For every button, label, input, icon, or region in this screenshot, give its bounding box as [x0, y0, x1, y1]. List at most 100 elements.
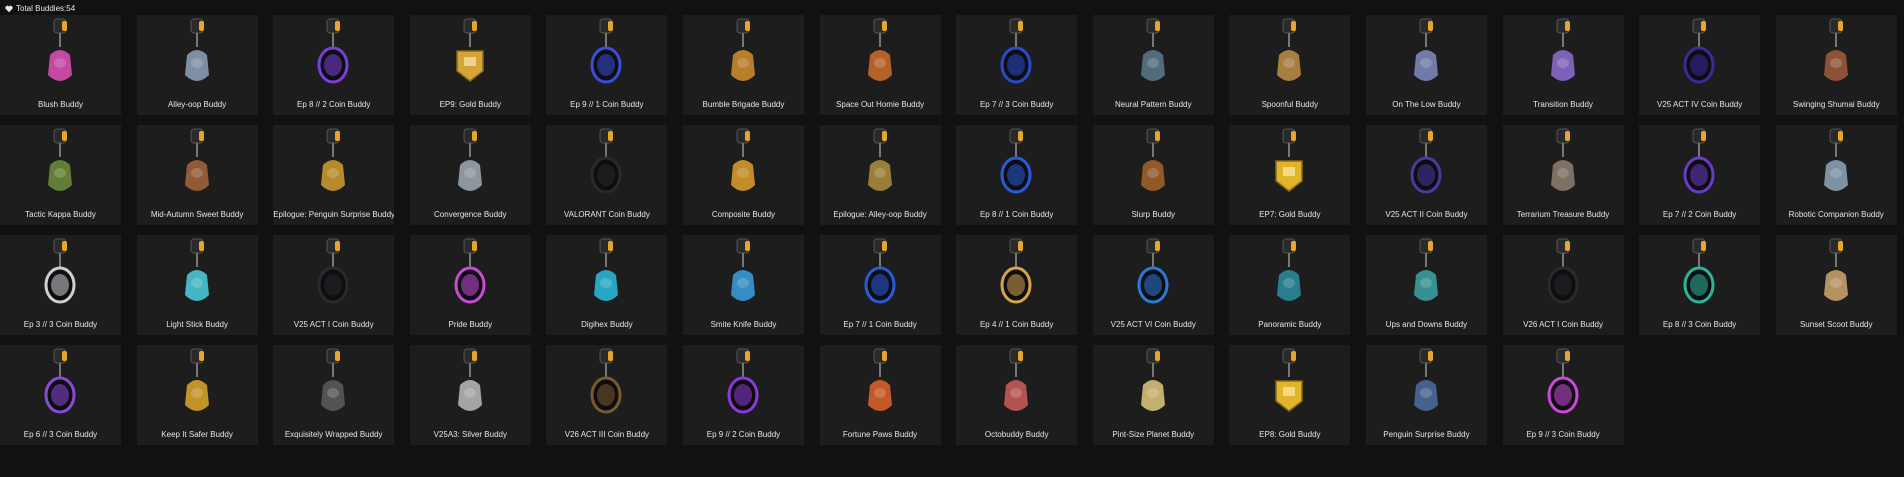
- buddy-card[interactable]: Ep 9 // 3 Coin Buddy: [1502, 345, 1624, 445]
- buddy-card[interactable]: Alley-oop Buddy: [136, 15, 258, 115]
- buddy-card[interactable]: V25 ACT VI Coin Buddy: [1092, 235, 1214, 335]
- buddy-name: Ep 6 // 3 Coin Buddy: [23, 430, 98, 439]
- buddy-name: On The Low Buddy: [1392, 100, 1461, 109]
- buddy-card[interactable]: Light Stick Buddy: [136, 235, 258, 335]
- digihex-charm-icon: [574, 237, 638, 315]
- buddy-card[interactable]: Terrarium Treasure Buddy: [1502, 125, 1624, 225]
- buddy-name: Blush Buddy: [38, 100, 83, 109]
- buddy-name: Ep 7 // 2 Coin Buddy: [1662, 210, 1737, 219]
- buddy-card[interactable]: Transition Buddy: [1502, 15, 1624, 115]
- buddy-name: Penguin Surprise Buddy: [1383, 430, 1470, 439]
- buddy-name: Epilogue: Alley-oop Buddy: [833, 210, 927, 219]
- buddy-name: Swinging Shumai Buddy: [1792, 100, 1880, 109]
- buddy-grid: Blush Buddy Alley-oop Buddy Ep 8 // 2 Co…: [0, 15, 1904, 445]
- buddy-card[interactable]: Ep 9 // 2 Coin Buddy: [682, 345, 804, 445]
- buddy-name: V25 ACT I Coin Buddy: [293, 320, 374, 329]
- buddy-card[interactable]: V25 ACT II Coin Buddy: [1365, 125, 1487, 225]
- buddy-name: Ep 9 // 2 Coin Buddy: [706, 430, 781, 439]
- buddy-card[interactable]: Ep 8 // 3 Coin Buddy: [1639, 235, 1761, 335]
- silver-diamond-charm-icon: [438, 347, 502, 425]
- buddy-card[interactable]: Ep 3 // 3 Coin Buddy: [0, 235, 121, 335]
- coin-charm-icon: [1531, 347, 1595, 425]
- valorant-coin-charm-icon: [574, 127, 638, 205]
- padlock-charm-icon: [165, 347, 229, 425]
- buddy-card[interactable]: Ep 7 // 2 Coin Buddy: [1639, 125, 1761, 225]
- buddy-card[interactable]: Exquisitely Wrapped Buddy: [273, 345, 395, 445]
- buddy-card[interactable]: Ups and Downs Buddy: [1365, 235, 1487, 335]
- buddy-name: VALORANT Coin Buddy: [563, 210, 650, 219]
- buddy-card[interactable]: Epilogue: Penguin Surprise Buddy: [273, 125, 395, 225]
- buddy-card[interactable]: Ep 6 // 3 Coin Buddy: [0, 345, 121, 445]
- buddy-card[interactable]: Slurp Buddy: [1092, 125, 1214, 225]
- buddy-card[interactable]: Penguin Surprise Buddy: [1365, 345, 1487, 445]
- buddy-card[interactable]: Tactic Kappa Buddy: [0, 125, 121, 225]
- buddy-card[interactable]: V26 ACT I Coin Buddy: [1502, 235, 1624, 335]
- buddy-card[interactable]: VALORANT Coin Buddy: [546, 125, 668, 225]
- buddy-card[interactable]: Convergence Buddy: [409, 125, 531, 225]
- robot-dog-charm-icon: [1804, 127, 1868, 205]
- buddy-card[interactable]: Ep 7 // 3 Coin Buddy: [956, 15, 1078, 115]
- buddy-name: Fortune Paws Buddy: [842, 430, 918, 439]
- gold-hoop-charm-icon: [848, 127, 912, 205]
- buddy-card[interactable]: Ep 7 // 1 Coin Buddy: [819, 235, 941, 335]
- coin-charm-icon: [1531, 237, 1595, 315]
- buddy-card[interactable]: Fortune Paws Buddy: [819, 345, 941, 445]
- buddy-name: Epilogue: Penguin Surprise Buddy: [273, 210, 395, 219]
- buddy-name: Ep 3 // 3 Coin Buddy: [23, 320, 98, 329]
- buddy-name: Ep 7 // 3 Coin Buddy: [979, 100, 1054, 109]
- buddy-name: Sunset Scoot Buddy: [1799, 320, 1873, 329]
- buddy-card[interactable]: Spoonful Buddy: [1229, 15, 1351, 115]
- buddy-name: V25A3: Silver Buddy: [433, 430, 507, 439]
- buddy-card[interactable]: Swinging Shumai Buddy: [1775, 15, 1897, 115]
- buddy-name: Convergence Buddy: [434, 210, 507, 219]
- spoon-charm-icon: [1257, 17, 1321, 95]
- buddy-card[interactable]: V25A3: Silver Buddy: [409, 345, 531, 445]
- neural-pattern-charm-icon: [1121, 17, 1185, 95]
- buddy-name: Ep 7 // 1 Coin Buddy: [843, 320, 917, 329]
- coin-charm-icon: [28, 347, 92, 425]
- buddy-name: Mid-Autumn Sweet Buddy: [150, 210, 244, 219]
- buddy-card[interactable]: Ep 8 // 2 Coin Buddy: [273, 15, 395, 115]
- coin-charm-icon: [574, 17, 638, 95]
- buddy-card[interactable]: Bumble Brigade Buddy: [682, 15, 804, 115]
- buddy-card[interactable]: Ep 9 // 1 Coin Buddy: [546, 15, 668, 115]
- buddy-card[interactable]: V25 ACT I Coin Buddy: [273, 235, 395, 335]
- feather-charm-icon: [1257, 237, 1321, 315]
- buddy-card[interactable]: V25 ACT IV Coin Buddy: [1639, 15, 1761, 115]
- scooter-charm-icon: [1804, 237, 1868, 315]
- octopus-charm-icon: [984, 347, 1048, 425]
- buddy-card[interactable]: EP7: Gold Buddy: [1229, 125, 1351, 225]
- buddy-card[interactable]: Digihex Buddy: [546, 235, 668, 335]
- buddy-card[interactable]: Ep 8 // 1 Coin Buddy: [956, 125, 1078, 225]
- buddy-name: V26 ACT I Coin Buddy: [1523, 320, 1603, 329]
- coin-charm-icon: [1121, 237, 1185, 315]
- buddy-name: Exquisitely Wrapped Buddy: [284, 430, 383, 439]
- buddy-card[interactable]: Blush Buddy: [0, 15, 121, 115]
- buddy-card[interactable]: Keep It Safer Buddy: [136, 345, 258, 445]
- buddy-card[interactable]: EP8: Gold Buddy: [1229, 345, 1351, 445]
- buddy-card[interactable]: Pride Buddy: [409, 235, 531, 335]
- slurp-cup-charm-icon: [1121, 127, 1185, 205]
- buddy-card[interactable]: Space Out Homie Buddy: [819, 15, 941, 115]
- buddy-name: V25 ACT IV Coin Buddy: [1657, 100, 1743, 109]
- buddy-card[interactable]: Neural Pattern Buddy: [1092, 15, 1214, 115]
- buddy-card[interactable]: Mid-Autumn Sweet Buddy: [136, 125, 258, 225]
- buddy-card[interactable]: Robotic Companion Buddy: [1775, 125, 1897, 225]
- buddy-card[interactable]: V26 ACT III Coin Buddy: [546, 345, 668, 445]
- coin-charm-icon: [1667, 17, 1731, 95]
- buddy-card[interactable]: Ep 4 // 1 Coin Buddy: [956, 235, 1078, 335]
- basketball-hoop-charm-icon: [165, 17, 229, 95]
- buddy-card[interactable]: Sunset Scoot Buddy: [1775, 235, 1897, 335]
- buddy-name: EP7: Gold Buddy: [1259, 210, 1321, 219]
- buddy-card[interactable]: Composite Buddy: [682, 125, 804, 225]
- buddy-card[interactable]: EP9: Gold Buddy: [409, 15, 531, 115]
- buddy-card[interactable]: Smite Knife Buddy: [682, 235, 804, 335]
- buddy-card[interactable]: Octobuddy Buddy: [956, 345, 1078, 445]
- buddy-name: Ep 9 // 3 Coin Buddy: [1526, 430, 1600, 439]
- buddy-name: Ep 8 // 2 Coin Buddy: [296, 100, 371, 109]
- total-buddies-label: Total Buddies:54: [16, 3, 76, 13]
- buddy-card[interactable]: On The Low Buddy: [1365, 15, 1487, 115]
- buddy-card[interactable]: Pint-Size Planet Buddy: [1092, 345, 1214, 445]
- buddy-card[interactable]: Epilogue: Alley-oop Buddy: [819, 125, 941, 225]
- buddy-card[interactable]: Panoramic Buddy: [1229, 235, 1351, 335]
